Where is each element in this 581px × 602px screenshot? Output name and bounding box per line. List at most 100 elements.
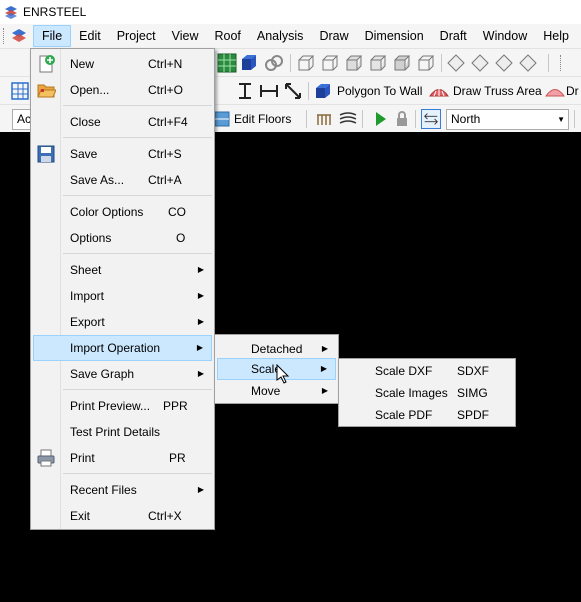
toolbar-grip[interactable] — [560, 55, 561, 71]
menu-item-label: Sheet — [70, 263, 102, 277]
edit-floors-icon[interactable] — [212, 109, 232, 129]
menu-separator — [63, 473, 212, 474]
window-title: ENRSTEEL — [23, 5, 87, 19]
i-beam-icon[interactable] — [235, 81, 255, 101]
menu-file[interactable]: File — [33, 25, 72, 47]
layers-icon[interactable] — [338, 109, 358, 129]
menu-item-recent-files[interactable]: Recent Files ▶ — [33, 477, 212, 503]
link-icon[interactable] — [264, 53, 284, 73]
menu-edit[interactable]: Edit — [71, 25, 109, 47]
menu-view[interactable]: View — [164, 25, 207, 47]
menu-item-new[interactable]: New Ctrl+N — [33, 51, 212, 77]
menu-item-color-options[interactable]: Color Options CO — [33, 199, 212, 225]
menu-item-import-operation[interactable]: Import Operation ▶ — [33, 335, 212, 361]
menu-item-label: Scale Images — [375, 386, 448, 400]
diagonal-dimension-icon[interactable] — [283, 81, 303, 101]
menu-item-scale-dxf[interactable]: Scale DXF SDXF — [341, 360, 513, 382]
iso-view-2-icon[interactable] — [470, 53, 490, 73]
submenu-arrow-icon: ▶ — [197, 317, 204, 326]
draw-cut-label[interactable]: Dr — [566, 77, 579, 105]
menu-item-print-preview[interactable]: Print Preview... PPR — [33, 393, 212, 419]
menu-roof[interactable]: Roof — [206, 25, 248, 47]
menu-analysis[interactable]: Analysis — [249, 25, 312, 47]
wire-box-6-icon[interactable] — [416, 53, 436, 73]
grid-layout-icon[interactable] — [10, 81, 30, 101]
rafters-icon[interactable] — [314, 109, 334, 129]
menu-item-print[interactable]: Print PR — [33, 445, 212, 471]
menu-item-exit[interactable]: Exit Ctrl+X — [33, 503, 212, 529]
menu-item-shortcut: CO — [168, 205, 186, 219]
menu-item-label: Export — [70, 315, 105, 329]
iso-view-4-icon[interactable] — [518, 53, 538, 73]
menu-item-sheet[interactable]: Sheet ▶ — [33, 257, 212, 283]
toolbar-separator — [308, 82, 309, 100]
menu-item-shortcut: Ctrl+X — [148, 509, 182, 523]
grid-view-icon[interactable] — [217, 53, 237, 73]
edit-floors-label[interactable]: Edit Floors — [234, 105, 291, 133]
menu-item-save[interactable]: Save Ctrl+S — [33, 141, 212, 167]
menu-item-scale-images[interactable]: Scale Images SIMG — [341, 382, 513, 404]
menu-item-options[interactable]: Options O — [33, 225, 212, 251]
direction-select[interactable]: North ▼ — [446, 109, 569, 130]
menu-item-label: Test Print Details — [70, 425, 161, 439]
menu-separator — [63, 195, 212, 196]
title-bar: ENRSTEEL — [0, 0, 581, 24]
polygon-to-wall-icon[interactable] — [313, 81, 333, 101]
scale-submenu: Scale DXF SDXF Scale Images SIMG Scale P… — [338, 358, 516, 427]
menu-item-export[interactable]: Export ▶ — [33, 309, 212, 335]
toolbar-separator — [306, 110, 307, 128]
draw-truss-area-icon[interactable] — [429, 81, 449, 101]
toolbar-separator — [548, 54, 549, 72]
menu-item-label: Save Graph — [70, 367, 135, 381]
menu-item-import[interactable]: Import ▶ — [33, 283, 212, 309]
lock-icon[interactable] — [392, 109, 412, 129]
submenu-arrow-icon: ▶ — [197, 265, 204, 274]
menu-help[interactable]: Help — [535, 25, 577, 47]
save-disk-icon — [37, 145, 55, 163]
submenu-arrow-icon: ▶ — [197, 369, 204, 378]
menu-item-label: Exit — [70, 509, 91, 523]
h-dimension-icon[interactable] — [259, 81, 279, 101]
menu-draft[interactable]: Draft — [432, 25, 475, 47]
wire-box-2-icon[interactable] — [320, 53, 340, 73]
toolbar-separator — [441, 54, 442, 72]
menu-item-scale-pdf[interactable]: Scale PDF SPDF — [341, 404, 513, 426]
wire-box-3-icon[interactable] — [344, 53, 364, 73]
menu-item-shortcut: Ctrl+O — [148, 83, 184, 97]
menu-draw[interactable]: Draw — [311, 25, 356, 47]
menu-item-label: Scale DXF — [375, 364, 433, 378]
truss-icon[interactable] — [545, 81, 565, 101]
polygon-to-wall-label[interactable]: Polygon To Wall — [337, 77, 422, 105]
toolbar-separator — [290, 54, 291, 72]
menubar-grip[interactable] — [3, 28, 9, 44]
direction-icon[interactable] — [421, 109, 441, 129]
menu-item-test-print-details[interactable]: Test Print Details — [33, 419, 212, 445]
menu-project[interactable]: Project — [109, 25, 164, 47]
menu-item-shortcut: Ctrl+F4 — [148, 115, 188, 129]
menu-separator — [63, 137, 212, 138]
menu-item-open[interactable]: Open... Ctrl+O — [33, 77, 212, 103]
wire-box-4-icon[interactable] — [368, 53, 388, 73]
wire-box-1-icon[interactable] — [296, 53, 316, 73]
solid-box-icon[interactable] — [239, 53, 259, 73]
iso-view-3-icon[interactable] — [494, 53, 514, 73]
menu-item-save-graph[interactable]: Save Graph ▶ — [33, 361, 212, 387]
menu-window[interactable]: Window — [475, 25, 535, 47]
iso-view-1-icon[interactable] — [446, 53, 466, 73]
menu-item-shortcut: PR — [169, 451, 186, 465]
menu-dimension[interactable]: Dimension — [357, 25, 432, 47]
menu-item-shortcut: Ctrl+S — [148, 147, 182, 161]
toolbar-separator — [415, 110, 416, 128]
submenu-arrow-icon: ▶ — [320, 364, 327, 373]
menu-item-shortcut: SIMG — [457, 386, 488, 400]
menu-item-label: Save As... — [70, 173, 125, 187]
wire-box-5-icon[interactable] — [392, 53, 412, 73]
menu-separator — [63, 253, 212, 254]
play-icon[interactable] — [370, 109, 390, 129]
draw-truss-area-label[interactable]: Draw Truss Area — [453, 77, 542, 105]
menu-item-save-as[interactable]: Save As... Ctrl+A — [33, 167, 212, 193]
app-menu-icon[interactable] — [11, 28, 27, 44]
menu-item-close[interactable]: Close Ctrl+F4 — [33, 109, 212, 135]
toolbar-separator — [574, 110, 575, 128]
app-logo-icon — [5, 6, 17, 19]
